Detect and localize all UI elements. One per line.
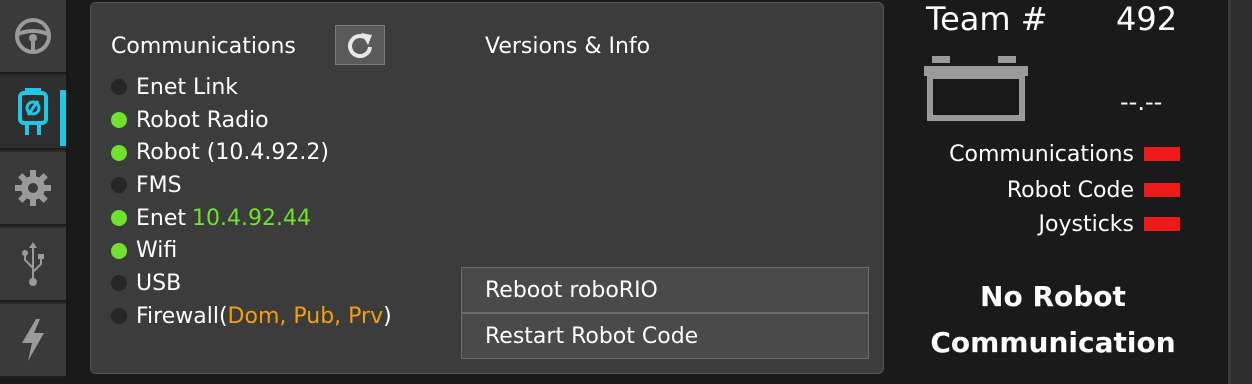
status-indicator <box>111 144 127 161</box>
firewall-suffix: ) <box>383 303 392 329</box>
status-fms: FMS <box>111 169 392 202</box>
status-indicator <box>111 210 127 227</box>
usb-icon <box>22 242 44 286</box>
indicator-light <box>1144 147 1180 161</box>
status-label: Robot (10.4.92.2) <box>136 140 329 166</box>
status-label: FMS <box>136 172 182 198</box>
scroll-strip[interactable] <box>1228 0 1252 384</box>
team-number-value: 492 <box>1116 0 1178 38</box>
communications-list: Enet Link Robot Radio Robot (10.4.92.2) … <box>111 71 392 333</box>
robot-status-message: No Robot Communication <box>900 274 1206 366</box>
status-indicator <box>111 112 127 129</box>
status-robot: Robot (10.4.92.2) <box>111 136 392 169</box>
battery-icon <box>924 56 1028 121</box>
status-message-line2: Communication <box>930 326 1176 359</box>
status-indicator <box>111 177 127 194</box>
status-label: Enet <box>136 205 187 231</box>
firewall-profiles: Dom, Pub, Prv <box>227 303 384 329</box>
enet-ip-address: 10.4.92.44 <box>192 205 311 231</box>
indicator-label: Communications <box>949 141 1134 167</box>
status-usb: USB <box>111 267 392 300</box>
lightning-icon <box>22 319 44 361</box>
communications-title: Communications <box>111 34 296 59</box>
status-enet: Enet 10.4.92.44 <box>111 202 392 235</box>
sidebar-tabs <box>0 0 68 378</box>
tab-power[interactable] <box>0 304 66 378</box>
status-enet-link: Enet Link <box>111 71 392 104</box>
restart-robot-code-button[interactable]: Restart Robot Code <box>461 313 869 359</box>
status-label: Wifi <box>136 238 178 264</box>
steering-wheel-icon <box>15 18 51 54</box>
status-robot-radio: Robot Radio <box>111 104 392 137</box>
status-indicator <box>111 79 127 96</box>
tab-drive[interactable] <box>0 0 66 74</box>
indicator-label: Robot Code <box>1006 177 1134 203</box>
versions-info-title: Versions & Info <box>485 34 651 59</box>
indicator-robot-code: Robot Code <box>1007 175 1180 205</box>
diagnostics-panel: Communications Enet Link Robot Radio Rob… <box>90 2 884 374</box>
indicator-light <box>1144 217 1180 231</box>
gear-icon <box>15 170 51 206</box>
refresh-icon <box>348 33 372 59</box>
status-indicator <box>111 242 127 259</box>
plug-diagnostics-icon <box>18 88 48 135</box>
team-number-label: Team # <box>926 0 1048 38</box>
battery-voltage: --.-- <box>1120 88 1163 116</box>
indicator-light <box>1144 183 1180 197</box>
status-message-line1: No Robot <box>980 280 1126 313</box>
reboot-roborio-button[interactable]: Reboot roboRIO <box>461 267 869 313</box>
indicator-label: Joysticks <box>1038 211 1134 237</box>
status-indicator <box>111 275 127 292</box>
status-wifi: Wifi <box>111 234 392 267</box>
status-indicator <box>111 308 127 325</box>
indicator-communications: Communications <box>949 139 1180 169</box>
status-label: Enet Link <box>136 74 239 100</box>
status-label: Robot Radio <box>136 107 269 133</box>
tab-diagnostics[interactable] <box>0 76 66 150</box>
tab-settings[interactable] <box>0 152 66 226</box>
active-tab-indicator <box>60 90 66 146</box>
refresh-button[interactable] <box>335 25 385 65</box>
status-firewall: Firewall(Dom, Pub, Prv) <box>111 300 392 333</box>
status-label: USB <box>136 270 182 296</box>
status-label: Firewall( <box>136 303 228 329</box>
indicator-joysticks: Joysticks <box>1039 209 1180 239</box>
tab-usb[interactable] <box>0 228 66 302</box>
